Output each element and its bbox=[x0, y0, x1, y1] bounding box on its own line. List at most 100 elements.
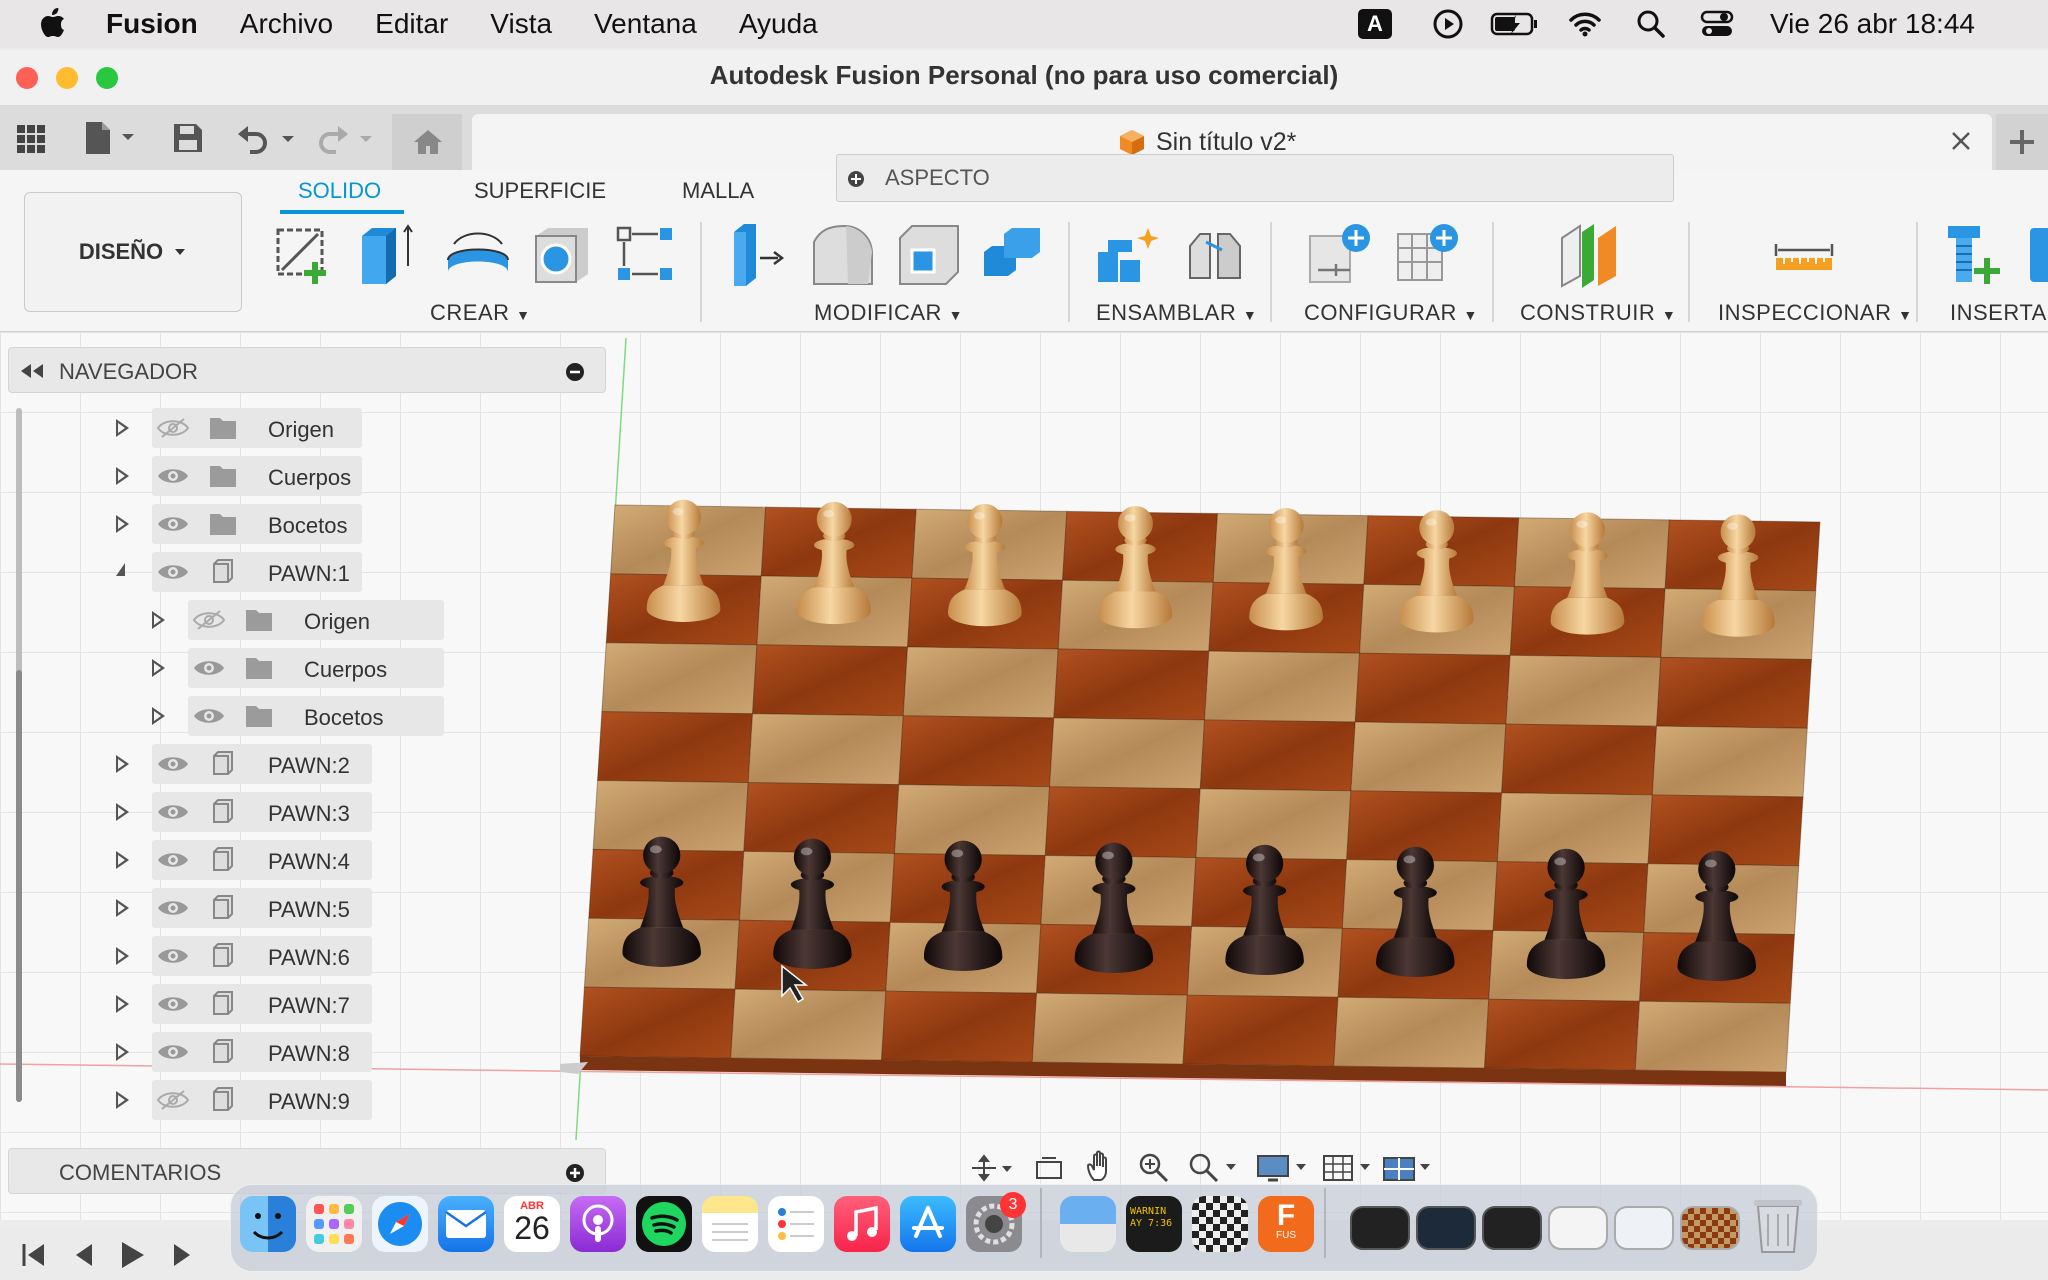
expand-arrow-icon[interactable] bbox=[116, 419, 129, 437]
save-icon[interactable] bbox=[172, 122, 204, 154]
board-square[interactable] bbox=[579, 986, 736, 1059]
board-square[interactable] bbox=[747, 713, 904, 786]
menu-editar[interactable]: Editar bbox=[375, 8, 448, 40]
insert-next-icon[interactable] bbox=[2030, 228, 2048, 282]
safari-icon[interactable] bbox=[372, 1196, 428, 1252]
board-square[interactable] bbox=[1031, 992, 1188, 1065]
tab-solido[interactable]: SOLIDO bbox=[298, 178, 381, 204]
visibility-eye-icon[interactable] bbox=[156, 849, 190, 871]
grid-settings-icon[interactable] bbox=[1322, 1152, 1374, 1184]
menu-ventana[interactable]: Ventana bbox=[594, 8, 697, 40]
timeline-first-icon[interactable] bbox=[20, 1242, 48, 1268]
expand-arrow-icon[interactable] bbox=[116, 1091, 129, 1109]
group-crear[interactable]: CREAR ▼ bbox=[430, 300, 531, 326]
board-square[interactable] bbox=[1350, 721, 1507, 794]
control-center-icon[interactable] bbox=[1700, 9, 1734, 39]
group-insertar[interactable]: INSERTAR bbox=[1950, 300, 2048, 326]
hidden-eye-icon[interactable] bbox=[192, 609, 226, 631]
configure-table-icon[interactable] bbox=[1394, 222, 1460, 288]
expand-arrow-icon[interactable] bbox=[116, 899, 129, 917]
console-icon[interactable]: WARNIN AY 7:36 bbox=[1126, 1196, 1182, 1252]
look-at-icon[interactable] bbox=[1034, 1154, 1064, 1182]
board-square[interactable] bbox=[1204, 650, 1361, 723]
data-panel-grid-icon[interactable] bbox=[16, 124, 46, 154]
expand-arrow-icon[interactable] bbox=[116, 947, 129, 965]
trash-icon[interactable] bbox=[1752, 1194, 1804, 1256]
visibility-eye-icon[interactable] bbox=[156, 753, 190, 775]
close-tab-icon[interactable] bbox=[1950, 130, 1972, 152]
insert-mcmaster-icon[interactable] bbox=[1944, 222, 2008, 288]
revolve-icon[interactable] bbox=[444, 222, 512, 286]
board-square[interactable] bbox=[730, 988, 887, 1061]
visibility-eye-icon[interactable] bbox=[156, 897, 190, 919]
group-configurar[interactable]: CONFIGURAR ▼ bbox=[1304, 300, 1478, 326]
browser-panel-header[interactable]: NAVEGADOR bbox=[8, 347, 606, 393]
board-square[interactable] bbox=[898, 715, 1055, 788]
collapse-arrow-icon[interactable] bbox=[116, 563, 125, 576]
tab-malla[interactable]: MALLA bbox=[682, 178, 754, 204]
launchpad-icon[interactable] bbox=[306, 1196, 362, 1252]
expand-arrow-icon[interactable] bbox=[116, 851, 129, 869]
visibility-eye-icon[interactable] bbox=[192, 657, 226, 679]
create-sketch-icon[interactable] bbox=[272, 222, 336, 286]
board-square[interactable] bbox=[601, 642, 758, 715]
board-square[interactable] bbox=[1505, 654, 1662, 727]
tab-superficie[interactable]: SUPERFICIE bbox=[474, 178, 606, 204]
expand-arrow-icon[interactable] bbox=[152, 611, 165, 629]
board-square[interactable] bbox=[1354, 652, 1511, 725]
reminders-icon[interactable] bbox=[768, 1196, 824, 1252]
fillet-icon[interactable] bbox=[810, 222, 876, 288]
board-square[interactable] bbox=[1656, 656, 1813, 729]
board-square[interactable] bbox=[1501, 723, 1658, 796]
chess-board[interactable] bbox=[579, 504, 1821, 1086]
expand-arrow-icon[interactable] bbox=[116, 755, 129, 773]
preview-icon[interactable] bbox=[1060, 1196, 1116, 1252]
hidden-eye-icon[interactable] bbox=[156, 417, 190, 439]
expand-arrow-icon[interactable] bbox=[116, 803, 129, 821]
workspace-selector[interactable]: DISEÑO bbox=[24, 192, 242, 312]
search-bar[interactable]: ASPECTO bbox=[836, 154, 1674, 202]
visibility-eye-icon[interactable] bbox=[156, 513, 190, 535]
shell-icon[interactable] bbox=[530, 222, 596, 288]
battery-icon[interactable] bbox=[1490, 10, 1540, 38]
undo-icon[interactable] bbox=[236, 124, 296, 154]
clock[interactable]: Vie 26 abr 18:44 bbox=[1770, 8, 1975, 40]
visibility-eye-icon[interactable] bbox=[156, 561, 190, 583]
music-icon[interactable] bbox=[834, 1196, 890, 1252]
joint-icon[interactable] bbox=[1184, 222, 1248, 288]
add-comment-icon[interactable] bbox=[565, 1163, 585, 1183]
configure-icon[interactable] bbox=[1306, 222, 1372, 288]
home-tab[interactable] bbox=[392, 114, 462, 170]
extrude-icon[interactable] bbox=[356, 222, 420, 286]
board-square[interactable] bbox=[1049, 717, 1206, 790]
recent-window-thumbnail[interactable] bbox=[1482, 1206, 1542, 1250]
mail-icon[interactable] bbox=[438, 1196, 494, 1252]
visibility-eye-icon[interactable] bbox=[156, 945, 190, 967]
menu-app-name[interactable]: Fusion bbox=[106, 8, 198, 40]
apple-menu-icon[interactable] bbox=[40, 8, 66, 38]
chamfer-icon[interactable] bbox=[896, 222, 962, 288]
expand-arrow-icon[interactable] bbox=[116, 1043, 129, 1061]
collapse-panel-icon[interactable] bbox=[19, 362, 45, 380]
new-tab-button[interactable] bbox=[1996, 114, 2048, 170]
menu-ayuda[interactable]: Ayuda bbox=[739, 8, 818, 40]
pan-hand-icon[interactable] bbox=[1086, 1150, 1116, 1184]
browser-scroll-thumb[interactable] bbox=[16, 670, 22, 1102]
orbit-icon[interactable] bbox=[970, 1154, 1014, 1182]
board-square[interactable] bbox=[880, 990, 1038, 1063]
combine-icon[interactable] bbox=[980, 222, 1048, 288]
group-ensamblar[interactable]: ENSAMBLAR ▼ bbox=[1096, 300, 1257, 326]
recent-window-thumbnail[interactable] bbox=[1548, 1206, 1608, 1250]
hidden-eye-icon[interactable] bbox=[156, 1089, 190, 1111]
viewports-icon[interactable] bbox=[1382, 1152, 1434, 1184]
visibility-eye-icon[interactable] bbox=[156, 993, 190, 1015]
minimize-panel-icon[interactable] bbox=[565, 362, 585, 382]
visibility-eye-icon[interactable] bbox=[156, 801, 190, 823]
recent-window-thumbnail[interactable] bbox=[1680, 1206, 1740, 1250]
menu-vista[interactable]: Vista bbox=[490, 8, 552, 40]
chess-app-icon[interactable] bbox=[1192, 1196, 1248, 1252]
board-square[interactable] bbox=[1651, 725, 1808, 798]
recent-window-thumbnail[interactable] bbox=[1614, 1206, 1674, 1250]
group-modificar[interactable]: MODIFICAR ▼ bbox=[814, 300, 963, 326]
board-square[interactable] bbox=[1199, 719, 1356, 792]
